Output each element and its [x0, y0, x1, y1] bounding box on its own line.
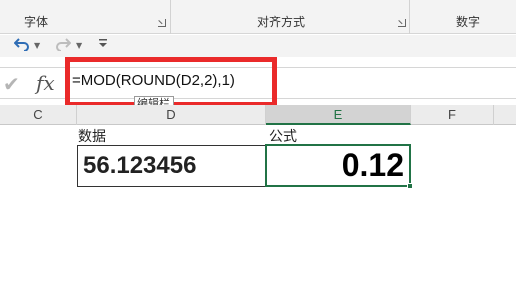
undo-dropdown-icon[interactable]: ▼ [34, 41, 40, 50]
customize-qat-icon[interactable] [99, 38, 107, 51]
cancel-check-icon[interactable]: ✔ [3, 72, 20, 96]
ribbon-group-font: 字体 [0, 0, 170, 34]
font-dialog-launcher-icon[interactable] [158, 19, 166, 27]
cell-d2[interactable]: 56.123456 [77, 145, 266, 187]
cell-e1[interactable]: 公式 [269, 126, 297, 146]
column-header-f[interactable]: F [411, 105, 494, 125]
quick-access-toolbar: ▼ ▼ [0, 35, 516, 57]
column-header-d[interactable]: D [77, 105, 266, 125]
insert-function-button[interactable]: fx [36, 71, 55, 95]
column-header-e[interactable]: E [266, 105, 411, 125]
alignment-dialog-launcher-icon[interactable] [398, 19, 406, 27]
ribbon-group-font-label: 字体 [24, 15, 49, 29]
ribbon-group-alignment: 对齐方式 [171, 0, 409, 34]
fill-handle[interactable] [407, 183, 413, 189]
cell-d1[interactable]: 数据 [78, 126, 106, 146]
redo-icon[interactable] [55, 37, 72, 55]
ribbon-group-number: 数字 [410, 0, 516, 34]
column-header-c[interactable]: C [0, 105, 77, 125]
ribbon-group-alignment-label: 对齐方式 [257, 15, 306, 29]
redo-dropdown-icon[interactable]: ▼ [76, 41, 82, 50]
ribbon-group-number-label: 数字 [456, 15, 481, 29]
undo-icon[interactable] [13, 37, 30, 55]
column-header-row: C D E F [0, 105, 516, 125]
ribbon-group-labels: 字体 对齐方式 数字 [0, 0, 516, 34]
cell-e2-selected[interactable]: 0.12 [265, 144, 411, 187]
